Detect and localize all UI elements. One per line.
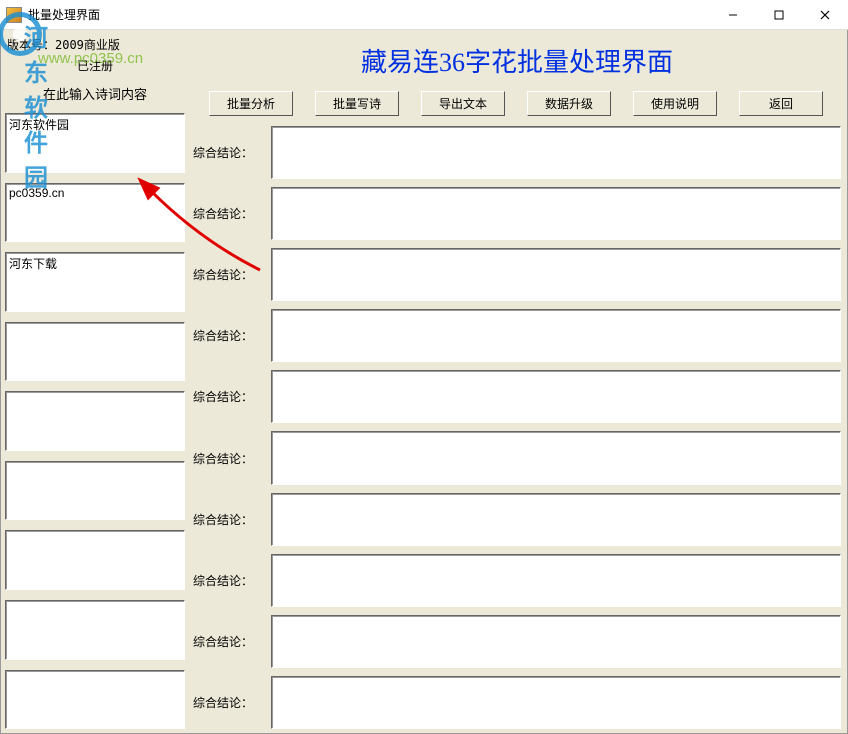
export-button[interactable]: 导出文本 xyxy=(421,91,505,116)
result-output-1[interactable] xyxy=(271,126,841,179)
close-icon xyxy=(820,10,830,20)
page-title: 藏易连36字花批量处理界面 xyxy=(193,34,841,91)
result-label: 综合结论： xyxy=(193,327,265,344)
result-output-6[interactable] xyxy=(271,431,841,484)
result-label: 综合结论： xyxy=(193,144,265,161)
version-label: 版本号：2009商业版 xyxy=(5,32,185,55)
window-title: 批量处理界面 xyxy=(28,6,710,23)
result-output-7[interactable] xyxy=(271,493,841,546)
back-button[interactable]: 返回 xyxy=(739,91,823,116)
poem-input-1[interactable] xyxy=(5,113,185,173)
toolbar: 批量分析 批量写诗 导出文本 数据升级 使用说明 返回 xyxy=(193,91,841,126)
app-icon xyxy=(6,7,22,23)
result-label: 综合结论： xyxy=(193,388,265,405)
result-row: 综合结论： xyxy=(193,554,841,607)
poem-input-7[interactable] xyxy=(5,530,185,590)
help-button[interactable]: 使用说明 xyxy=(633,91,717,116)
poem-input-6[interactable] xyxy=(5,461,185,521)
result-label: 综合结论： xyxy=(193,694,265,711)
input-hint: 在此输入诗词内容 xyxy=(5,80,185,113)
poem-input-9[interactable] xyxy=(5,670,185,730)
result-row: 综合结论： xyxy=(193,676,841,729)
poem-input-2[interactable] xyxy=(5,183,185,243)
result-row: 综合结论： xyxy=(193,493,841,546)
maximize-icon xyxy=(774,10,784,20)
poem-inputs xyxy=(5,113,185,729)
result-output-4[interactable] xyxy=(271,309,841,362)
result-row: 综合结论： xyxy=(193,187,841,240)
analyze-button[interactable]: 批量分析 xyxy=(209,91,293,116)
result-output-5[interactable] xyxy=(271,370,841,423)
poem-input-4[interactable] xyxy=(5,322,185,382)
result-label: 综合结论： xyxy=(193,205,265,222)
minimize-icon xyxy=(728,10,738,20)
registered-label: 已注册 xyxy=(5,55,185,80)
upgrade-button[interactable]: 数据升级 xyxy=(527,91,611,116)
result-output-9[interactable] xyxy=(271,615,841,668)
result-output-10[interactable] xyxy=(271,676,841,729)
result-label: 综合结论： xyxy=(193,572,265,589)
result-row: 综合结论： xyxy=(193,248,841,301)
result-row: 综合结论： xyxy=(193,615,841,668)
result-row: 综合结论： xyxy=(193,309,841,362)
poem-input-5[interactable] xyxy=(5,391,185,451)
titlebar: 批量处理界面 xyxy=(0,0,848,30)
close-button[interactable] xyxy=(802,0,848,29)
client-area: 版本号：2009商业版 已注册 在此输入诗词内容 藏易连36字花批量处理界面 批… xyxy=(0,30,848,734)
result-output-2[interactable] xyxy=(271,187,841,240)
write-button[interactable]: 批量写诗 xyxy=(315,91,399,116)
result-row: 综合结论： xyxy=(193,370,841,423)
result-output-8[interactable] xyxy=(271,554,841,607)
result-output-3[interactable] xyxy=(271,248,841,301)
result-label: 综合结论： xyxy=(193,511,265,528)
right-pane: 藏易连36字花批量处理界面 批量分析 批量写诗 导出文本 数据升级 使用说明 返… xyxy=(189,30,847,733)
maximize-button[interactable] xyxy=(756,0,802,29)
result-label: 综合结论： xyxy=(193,266,265,283)
poem-input-8[interactable] xyxy=(5,600,185,660)
left-pane: 版本号：2009商业版 已注册 在此输入诗词内容 xyxy=(1,30,189,733)
result-label: 综合结论： xyxy=(193,633,265,650)
result-row: 综合结论： xyxy=(193,126,841,179)
results-area: 综合结论： 综合结论： 综合结论： 综合结论： 综合结论： 综合结论： xyxy=(193,126,841,729)
window-controls xyxy=(710,0,848,29)
result-label: 综合结论： xyxy=(193,450,265,467)
minimize-button[interactable] xyxy=(710,0,756,29)
result-row: 综合结论： xyxy=(193,431,841,484)
poem-input-3[interactable] xyxy=(5,252,185,312)
